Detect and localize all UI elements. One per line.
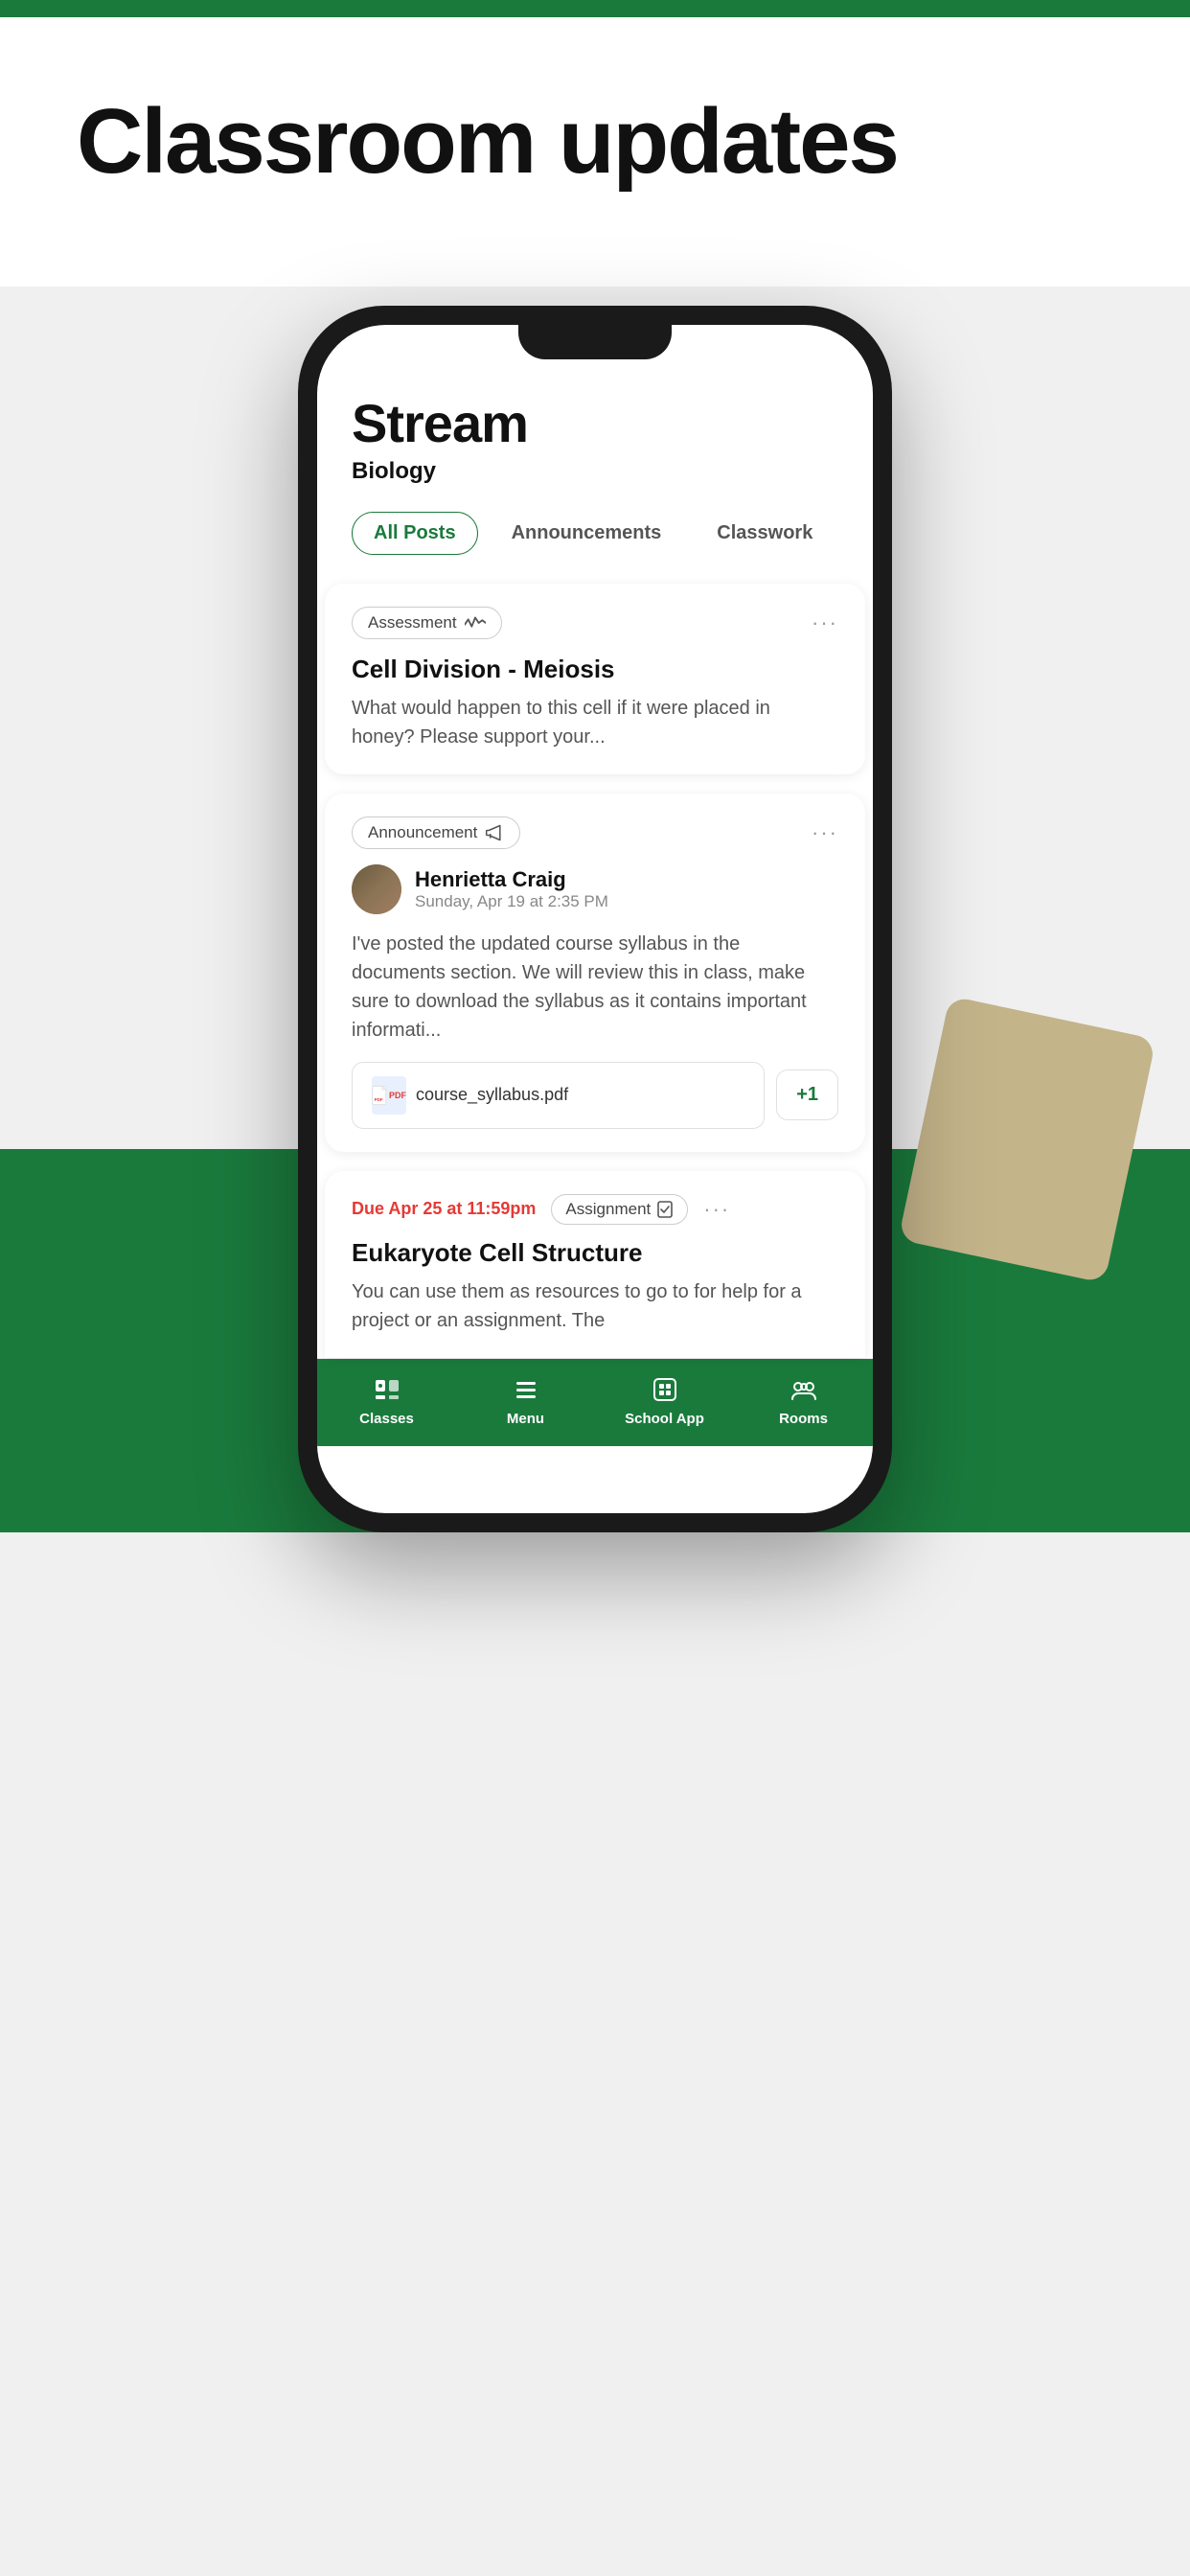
page-title: Classroom updates <box>77 94 1113 191</box>
assignment-card[interactable]: Due Apr 25 at 11:59pm Assignment ··· <box>325 1171 865 1358</box>
menu-icon <box>511 1374 541 1405</box>
assignment-title: Eukaryote Cell Structure <box>352 1238 838 1268</box>
school-app-icon <box>650 1374 680 1405</box>
assessment-icon <box>465 615 486 631</box>
card-menu-3[interactable]: ··· <box>703 1197 730 1222</box>
attachment-extra-count[interactable]: +1 <box>776 1070 838 1120</box>
user-date: Sunday, Apr 19 at 2:35 PM <box>415 892 608 911</box>
page-wrapper: Classroom updates Stream Biology <box>0 0 1190 2576</box>
attachment-name: course_syllabus.pdf <box>416 1085 568 1105</box>
tab-all-posts[interactable]: All Posts <box>352 512 478 555</box>
due-text: Due Apr 25 at 11:59pm <box>352 1199 536 1219</box>
megaphone-icon <box>485 823 504 842</box>
stream-header: Stream Biology All Posts Announcements <box>317 325 873 555</box>
nav-menu[interactable]: Menu <box>456 1359 595 1446</box>
nav-school-app-label: School App <box>625 1411 704 1427</box>
card-menu-1[interactable]: ··· <box>812 610 838 635</box>
assignment-tag: Assignment <box>551 1194 688 1225</box>
stream-subtitle: Biology <box>352 458 838 485</box>
assignment-body: You can use them as resources to go to f… <box>352 1277 838 1335</box>
nav-rooms[interactable]: Rooms <box>734 1359 873 1446</box>
nav-school-app[interactable]: School App <box>595 1359 734 1446</box>
cards-area: Assessment ··· Cell Division - Meiosis W… <box>317 584 873 1358</box>
announcement-body: I've posted the updated course syllabus … <box>352 930 838 1045</box>
user-info: Henrietta Craig Sunday, Apr 19 at 2:35 P… <box>415 867 608 911</box>
assignment-icon <box>656 1201 674 1218</box>
top-status-bar <box>0 0 1190 17</box>
hero-section: Classroom updates <box>0 17 1190 287</box>
screen-inner: Stream Biology All Posts Announcements <box>317 325 873 1446</box>
card-title-1: Cell Division - Meiosis <box>352 655 838 684</box>
card-tag-row-1: Assessment ··· <box>352 607 838 639</box>
avatar <box>352 864 401 914</box>
due-row: Due Apr 25 at 11:59pm Assignment ··· <box>352 1194 838 1225</box>
announcement-tag: Announcement <box>352 816 520 849</box>
card-menu-2[interactable]: ··· <box>812 820 838 845</box>
nav-rooms-label: Rooms <box>779 1411 828 1427</box>
svg-text:PDF: PDF <box>375 1097 383 1102</box>
assessment-card[interactable]: Assessment ··· Cell Division - Meiosis W… <box>325 584 865 774</box>
attachment-file[interactable]: PDF course_syllabus.pdf <box>352 1062 765 1129</box>
classes-icon <box>372 1374 402 1405</box>
filter-tabs: All Posts Announcements Classwork <box>352 512 838 555</box>
pdf-file-icon: PDF <box>372 1079 389 1112</box>
bottom-section: Stream Biology All Posts Announcements <box>0 287 1190 1532</box>
stream-title: Stream <box>352 392 838 454</box>
card-tag-row-2: Announcement ··· <box>352 816 838 849</box>
nav-menu-label: Menu <box>507 1411 544 1427</box>
bottom-nav: Classes Menu <box>317 1358 873 1446</box>
page-title-area: Classroom updates <box>0 17 1190 248</box>
card-body-1: What would happen to this cell if it wer… <box>352 694 838 751</box>
attachment-row: PDF course_syllabus.pdf +1 <box>352 1062 838 1129</box>
user-row: Henrietta Craig Sunday, Apr 19 at 2:35 P… <box>352 864 838 914</box>
phone-frame: Stream Biology All Posts Announcements <box>298 306 892 1532</box>
assessment-tag: Assessment <box>352 607 502 639</box>
avatar-image <box>352 864 401 914</box>
nav-classes-label: Classes <box>359 1411 414 1427</box>
tab-classwork[interactable]: Classwork <box>695 512 835 555</box>
announcement-card[interactable]: Announcement ··· <box>325 794 865 1152</box>
phone-section: Stream Biology All Posts Announcements <box>0 287 1190 1532</box>
nav-classes[interactable]: Classes <box>317 1359 456 1446</box>
user-name: Henrietta Craig <box>415 867 608 892</box>
phone-notch <box>518 325 672 359</box>
pdf-icon: PDF <box>372 1076 406 1115</box>
tab-announcements[interactable]: Announcements <box>490 512 684 555</box>
rooms-icon <box>789 1374 819 1405</box>
phone-screen: Stream Biology All Posts Announcements <box>317 325 873 1513</box>
